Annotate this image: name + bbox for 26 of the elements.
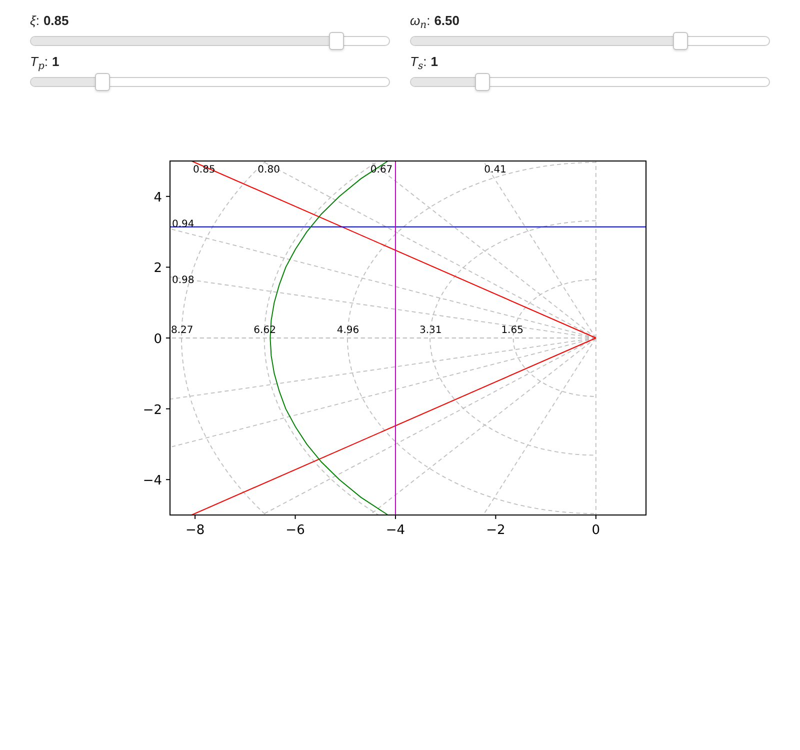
slider-label: ω$_{n}$: [410,13,430,28]
slider-value: 6.50 [434,13,460,28]
tick-label: −4 [386,523,406,538]
grid-label: 0.41 [484,164,506,176]
grid-label: 3.31 [420,325,442,336]
tick-label: 0 [592,523,600,538]
grid-label: 1.65 [501,325,524,336]
tick-label: −6 [286,523,305,538]
slider-value: 0.85 [43,13,69,28]
grid-label: 0.80 [258,164,280,176]
grid-label: 8.27 [171,325,194,336]
grid-label: 0.85 [193,164,216,176]
tick-label: −8 [185,523,205,538]
tick-label: 4 [154,190,162,206]
tick-label: 2 [154,261,162,276]
grid-label: 0.98 [172,275,194,286]
slider-label: ξ: [30,13,40,28]
tick-label: 0 [154,332,162,347]
slider-value: 1 [52,54,60,69]
grid-label: 4.96 [336,325,360,336]
tick-label: −2 [142,402,162,418]
tick-label: −4 [142,474,162,489]
slider-label: T$_{s}$: [410,54,427,69]
slider-label: T$_{p}$: [30,54,48,69]
tick-label: −2 [486,523,506,538]
slider-value: 1 [430,54,438,69]
